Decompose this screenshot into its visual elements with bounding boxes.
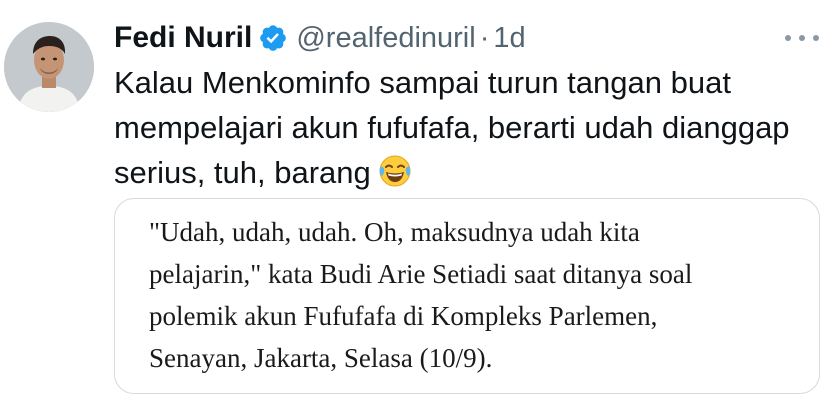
tweet-timestamp[interactable]: 1d (493, 22, 525, 55)
avatar-photo-icon (4, 22, 94, 112)
tweet-text: Kalau Menkominfo sampai turun tangan bua… (114, 60, 814, 195)
header-separator: · (479, 21, 490, 54)
quoted-text-line: Senayan, Jakarta, Selasa (10/9). (149, 343, 493, 373)
quoted-text-line: pelajarin," kata Budi Arie Setiadi saat … (149, 259, 693, 289)
tweet-text-line: mempelajari akun fufufafa, berarti udah … (114, 110, 790, 145)
more-options-icon[interactable] (785, 28, 819, 48)
quoted-text-line: polemik akun Fufufafa di Kompleks Parlem… (149, 301, 658, 331)
tweet-text-line-last: serius, tuh, barang (114, 150, 814, 195)
quoted-text-line: "Udah, udah, udah. Oh, maksudnya udah ki… (149, 217, 640, 247)
quoted-card[interactable]: "Udah, udah, udah. Oh, maksudnya udah ki… (114, 198, 820, 394)
tweet[interactable]: Fedi Nuril @realfedinuril · 1d Kalau Men… (0, 0, 825, 400)
author-handle[interactable]: @realfedinuril (296, 22, 475, 55)
author-name[interactable]: Fedi Nuril (114, 21, 252, 55)
author-avatar[interactable] (4, 22, 94, 112)
face-with-tears-of-joy-icon (377, 153, 413, 189)
verified-badge-icon (258, 23, 288, 53)
tweet-text-line: Kalau Menkominfo sampai turun tangan bua… (114, 65, 731, 100)
quoted-text: "Udah, udah, udah. Oh, maksudnya udah ki… (149, 211, 809, 379)
tweet-header: Fedi Nuril @realfedinuril · 1d (114, 14, 526, 62)
